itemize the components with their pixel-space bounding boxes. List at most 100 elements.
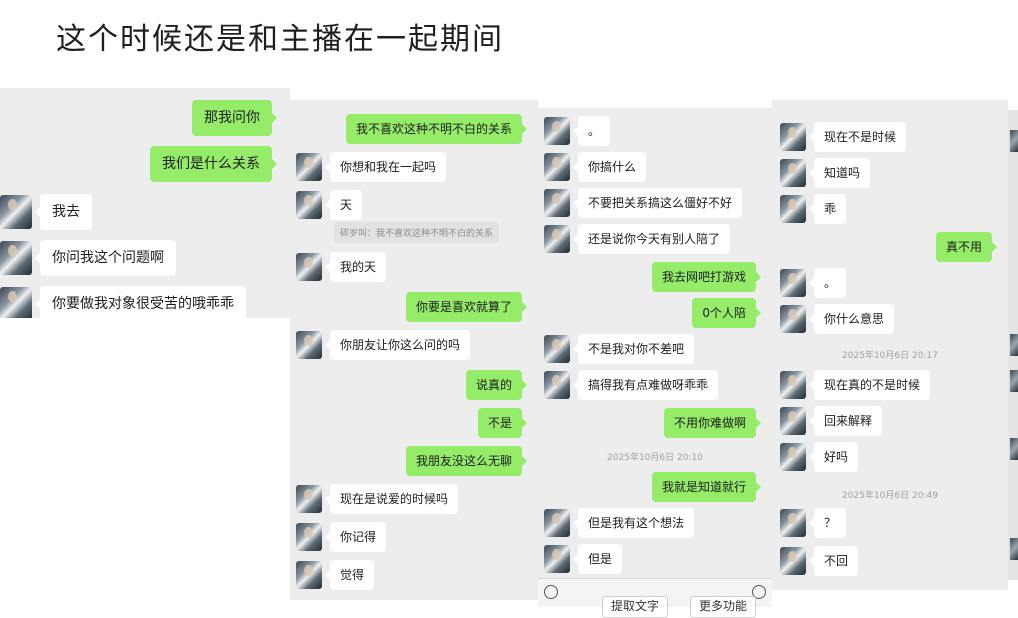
message-bubble-received: 。: [808, 268, 847, 298]
message-bubble-received: 现在不是时候: [808, 122, 907, 152]
avatar[interactable]: [544, 189, 570, 217]
message-row: 。: [544, 116, 611, 146]
avatar[interactable]: [780, 509, 806, 537]
message-bubble-received: ？: [808, 508, 847, 538]
message-bubble-received: 知道吗: [808, 158, 871, 188]
avatar[interactable]: [0, 241, 32, 275]
message-bubble-received: 你问我这个问题啊: [35, 240, 176, 276]
message-row: 我去: [0, 194, 92, 230]
chat-screenshot-2: 我不喜欢这种不明不白的关系 你想和我在一起吗 天 碎岁叫：我不喜欢这种不明不白的…: [290, 100, 538, 600]
message-bubble-received: 觉得: [324, 560, 375, 590]
avatar[interactable]: [780, 547, 806, 575]
message-bubble-received: 回来解释: [808, 406, 883, 436]
avatar[interactable]: [780, 269, 806, 297]
message-bubble-received: 天: [324, 190, 363, 220]
avatar[interactable]: [780, 407, 806, 435]
message-bubble-sent: 0个人陪: [692, 298, 761, 328]
avatar[interactable]: [296, 331, 322, 359]
message-row: 我不喜欢这种不明不白的关系: [345, 114, 530, 144]
timestamp: 2025年10月6日 20:10: [607, 453, 703, 463]
avatar[interactable]: [544, 545, 570, 573]
message-bubble-received: 不要把关系搞这么僵好不好: [572, 188, 743, 218]
avatar[interactable]: [780, 371, 806, 399]
message-bubble-sent: 我朋友没这么无聊: [405, 446, 528, 476]
avatar[interactable]: [544, 371, 570, 399]
avatar: [1010, 130, 1018, 152]
avatar: [1010, 334, 1018, 356]
message-bubble-received: 搞得我有点难做呀乖乖: [572, 370, 719, 400]
avatar[interactable]: [544, 117, 570, 145]
avatar: [1010, 370, 1018, 392]
avatar: [1010, 438, 1018, 460]
message-row: 现在真的不是时候: [780, 370, 931, 400]
page-title: 这个时候还是和主播在一起期间: [56, 22, 504, 57]
more-functions-button[interactable]: 更多功能: [690, 596, 757, 618]
message-bubble-received: 但是: [572, 544, 623, 574]
message-row: 但是: [544, 544, 623, 574]
avatar[interactable]: [296, 561, 322, 589]
message-row: 不是我对你不差吧: [544, 334, 695, 364]
message-bubble-sent: 我不喜欢这种不明不白的关系: [345, 114, 528, 144]
message-row: 0个人陪: [692, 298, 764, 328]
avatar[interactable]: [780, 305, 806, 333]
quoted-reply[interactable]: 碎岁叫：我不喜欢这种不明不白的关系: [334, 222, 500, 243]
message-bubble-sent: 不用你难做啊: [663, 408, 762, 438]
timestamp: 2025年10月6日 20:17: [842, 351, 938, 361]
message-bubble-received: 现在是说爱的时候吗: [324, 484, 459, 514]
chat-screenshot-5: [1008, 110, 1018, 580]
message-row: 回来解释: [780, 406, 883, 436]
avatar[interactable]: [296, 253, 322, 281]
extract-text-button[interactable]: 提取文字: [602, 596, 669, 618]
message-row: 我朋友没这么无聊: [405, 446, 530, 476]
message-row: 说真的: [465, 370, 530, 400]
avatar[interactable]: [544, 335, 570, 363]
message-bubble-sent: 说真的: [465, 370, 528, 400]
avatar[interactable]: [544, 153, 570, 181]
voice-icon[interactable]: [544, 585, 558, 599]
message-row: 。: [780, 268, 847, 298]
avatar[interactable]: [296, 191, 322, 219]
message-bubble-sent: 我们是什么关系: [150, 146, 277, 182]
message-row: 我的天: [296, 252, 387, 282]
message-row: 你朋友让你这么问的吗: [296, 330, 471, 360]
message-bubble-received: 现在真的不是时候: [808, 370, 931, 400]
message-bubble-sent: 那我问你: [192, 100, 277, 136]
avatar[interactable]: [544, 509, 570, 537]
message-bubble-received: 不回: [808, 546, 859, 576]
avatar[interactable]: [296, 153, 322, 181]
avatar[interactable]: [296, 485, 322, 513]
message-bubble-received: 。: [572, 116, 611, 146]
avatar[interactable]: [0, 287, 32, 318]
message-bubble-received: 你想和我在一起吗: [324, 152, 447, 182]
avatar[interactable]: [780, 123, 806, 151]
avatar[interactable]: [780, 443, 806, 471]
chat-screenshot-1: 那我问你 我们是什么关系 我去 你问我这个问题啊 你要做我对象很受苦的哦乖乖: [0, 88, 290, 318]
avatar[interactable]: [780, 195, 806, 223]
message-row: 好吗: [780, 442, 859, 472]
message-row: 不要把关系搞这么僵好不好: [544, 188, 743, 218]
message-row: 天: [296, 190, 363, 220]
avatar: [1010, 538, 1018, 560]
avatar[interactable]: [296, 523, 322, 551]
avatar[interactable]: [780, 159, 806, 187]
message-row: 不是: [477, 408, 530, 438]
message-row: 真不用: [935, 232, 1000, 262]
message-row: 不用你难做啊: [663, 408, 764, 438]
message-bubble-sent: 不是: [477, 408, 528, 438]
message-bubble-sent: 你要是喜欢就算了: [405, 292, 528, 322]
message-bubble-received: 你搞什么: [572, 152, 647, 182]
timestamp: 2025年10月6日 20:49: [842, 491, 938, 501]
message-bubble-received: 我的天: [324, 252, 387, 282]
message-row: 我们是什么关系: [150, 146, 280, 182]
avatar[interactable]: [0, 195, 32, 229]
message-row: 你记得: [296, 522, 387, 552]
message-bubble-received: 乖: [808, 194, 847, 224]
message-row: 你要是喜欢就算了: [405, 292, 530, 322]
message-row: 乖: [780, 194, 847, 224]
avatar[interactable]: [544, 225, 570, 253]
chat-screenshot-4: 现在不是时候 知道吗 乖 真不用 。 你什么意思 2025年10月6日 20:1…: [772, 100, 1008, 590]
message-bubble-received: 你记得: [324, 522, 387, 552]
chat-screenshot-3: 。 你搞什么 不要把关系搞这么僵好不好 还是说你今天有别人陪了 我去网吧打游戏 …: [538, 108, 772, 606]
message-bubble-received: 你什么意思: [808, 304, 895, 334]
message-bubble-received: 我去: [35, 194, 92, 230]
